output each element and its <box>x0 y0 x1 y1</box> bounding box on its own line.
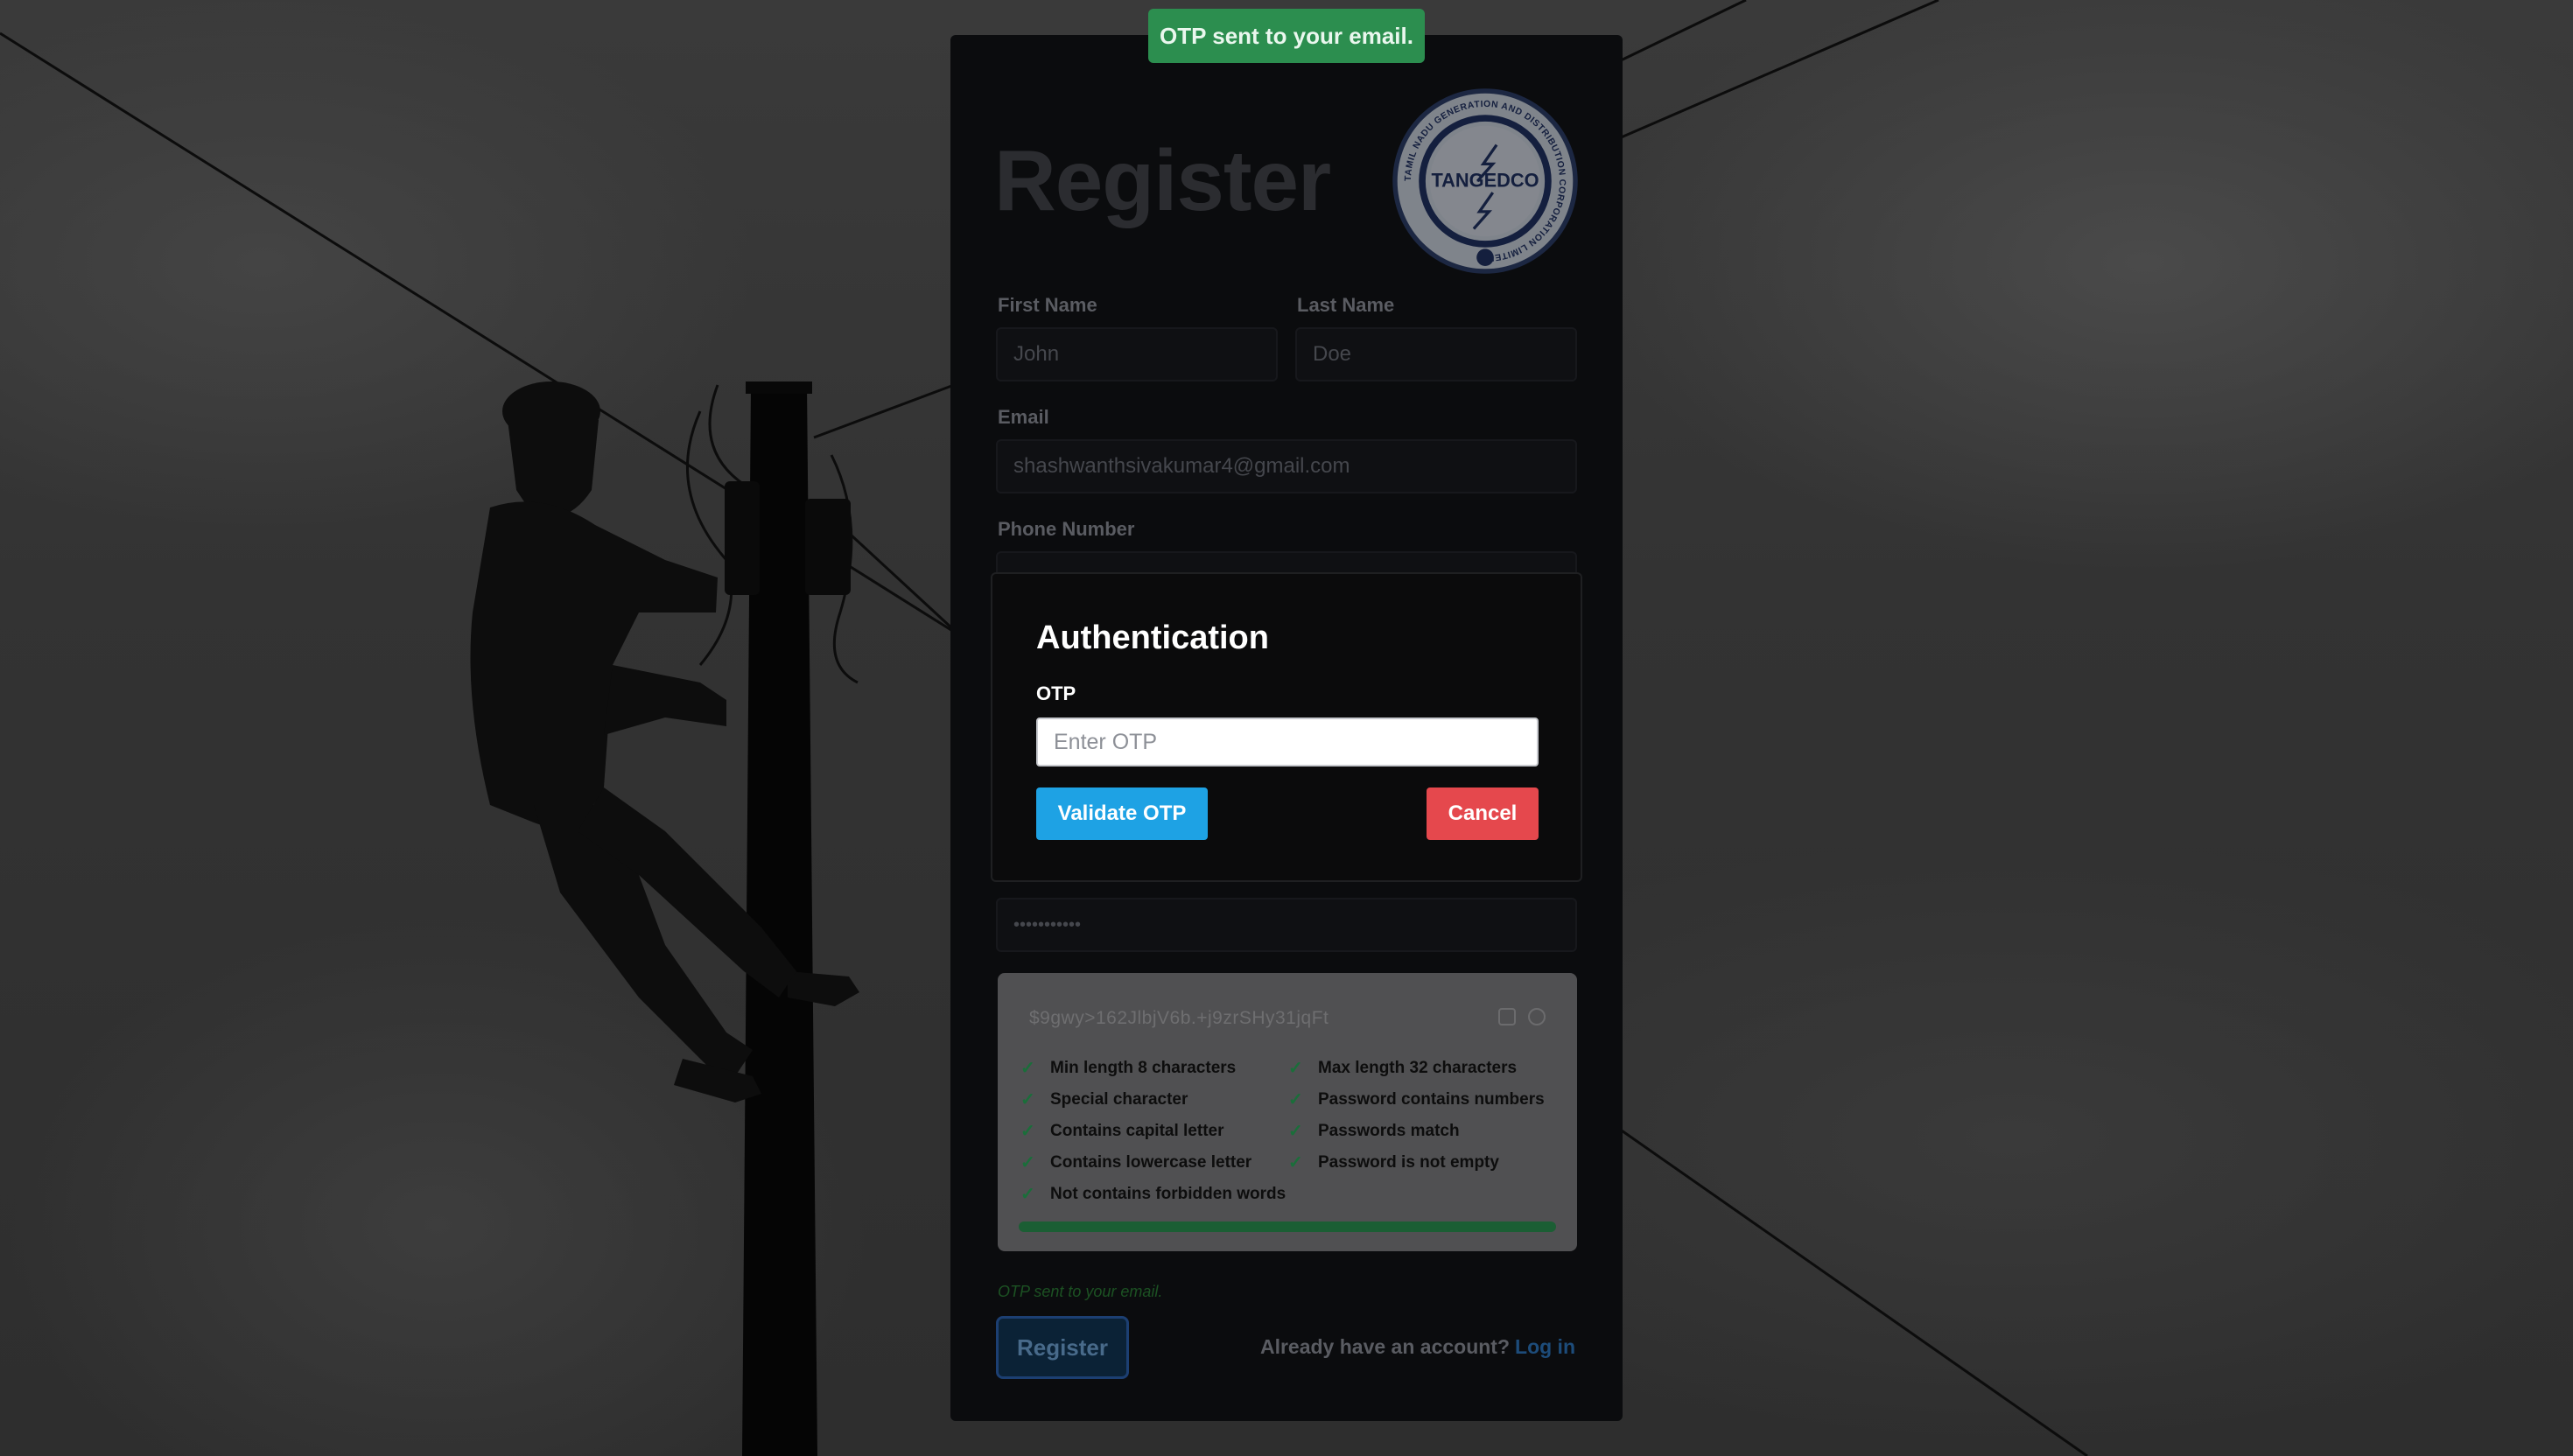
otp-label: OTP <box>1036 682 1076 704</box>
modal-title: Authentication <box>1036 620 1269 656</box>
cancel-button[interactable]: Cancel <box>1427 788 1539 840</box>
check-icon: ✓ <box>1288 1059 1303 1078</box>
last-name-label: Last Name <box>1297 294 1395 316</box>
rule-item: ✓ Not contains forbidden words <box>1020 1184 1286 1205</box>
check-icon: ✓ <box>1288 1153 1303 1172</box>
email-field[interactable]: shashwanthsivakumar4@gmail.com <box>996 439 1577 494</box>
tangedco-logo: TAMIL NADU GENERATION AND DISTRIBUTION C… <box>1392 88 1578 274</box>
first-name-label: First Name <box>998 294 1097 316</box>
check-icon: ✓ <box>1020 1059 1035 1078</box>
confirm-password-field[interactable]: ••••••••••• <box>996 898 1577 952</box>
rule-item: ✓ Contains capital letter <box>1020 1121 1224 1142</box>
otp-modal: Authentication OTP Validate OTP Cancel <box>991 572 1582 882</box>
last-name-field[interactable]: Doe <box>1295 327 1577 382</box>
page-title: Register <box>994 132 1331 228</box>
check-icon: ✓ <box>1020 1153 1035 1172</box>
register-button[interactable]: Register <box>996 1316 1129 1379</box>
rule-item: ✓ Password is not empty <box>1288 1152 1499 1173</box>
status-note: OTP sent to your email. <box>998 1283 1163 1300</box>
rule-item: ✓ Contains lowercase letter <box>1020 1152 1252 1173</box>
check-icon: ✓ <box>1020 1090 1035 1110</box>
check-icon: ✓ <box>1020 1122 1035 1141</box>
copy-icon[interactable] <box>1498 1008 1516 1026</box>
rule-item: ✓ Password contains numbers <box>1288 1089 1545 1110</box>
rule-item: ✓ Min length 8 characters <box>1020 1058 1237 1079</box>
rule-item: ✓ Special character <box>1020 1089 1188 1110</box>
page-backdrop: Register TAMIL NADU GENERATION AND DISTR… <box>0 0 2573 1456</box>
generated-password[interactable]: $9gwy>162JlbjV6b.+j9zrSHy31jqFt <box>1029 1008 1329 1029</box>
login-link[interactable]: Log in <box>1515 1335 1575 1358</box>
check-icon: ✓ <box>1020 1185 1035 1204</box>
refresh-icon[interactable] <box>1528 1008 1546 1026</box>
rule-item: ✓ Passwords match <box>1288 1121 1460 1142</box>
validate-otp-button[interactable]: Validate OTP <box>1036 788 1208 840</box>
phone-label: Phone Number <box>998 518 1135 540</box>
login-prompt: Already have an account? Log in <box>1260 1335 1575 1359</box>
check-icon: ✓ <box>1288 1122 1303 1141</box>
first-name-field[interactable]: John <box>996 327 1278 382</box>
password-strength-bar <box>1019 1222 1556 1232</box>
otp-input[interactable] <box>1036 718 1539 766</box>
rule-item: ✓ Max length 32 characters <box>1288 1058 1518 1079</box>
check-icon: ✓ <box>1288 1090 1303 1110</box>
email-label: Email <box>998 406 1049 428</box>
login-prompt-text: Already have an account? <box>1259 1335 1511 1358</box>
password-checker: $9gwy>162JlbjV6b.+j9zrSHy31jqFt ✓ Min len… <box>998 973 1577 1251</box>
toast-notification: OTP sent to your email. <box>1148 9 1425 63</box>
